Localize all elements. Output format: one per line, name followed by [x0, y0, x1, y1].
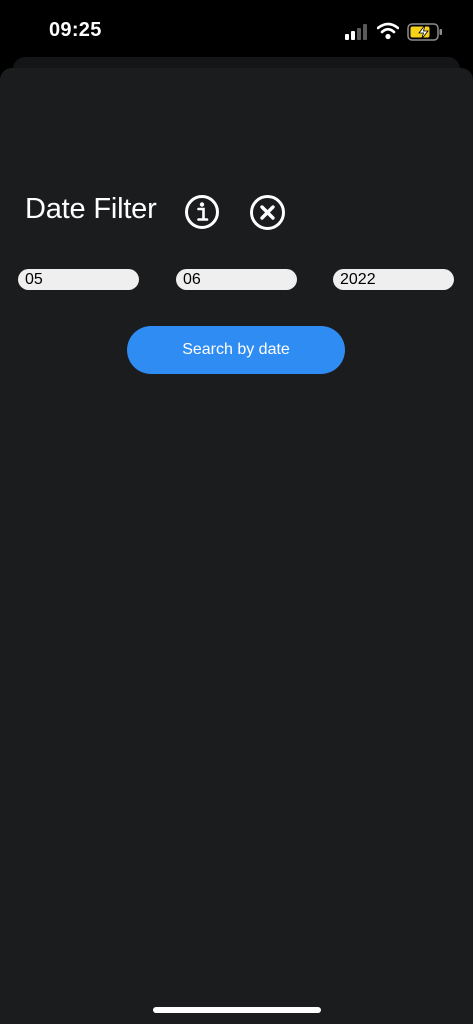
day-field[interactable]	[18, 269, 139, 290]
battery-charging-icon	[407, 23, 442, 41]
page-title: Date Filter	[25, 193, 157, 225]
wifi-icon	[377, 22, 399, 40]
status-bar: 09:25	[0, 0, 473, 58]
close-circle-icon	[250, 195, 285, 230]
close-button[interactable]	[249, 194, 286, 231]
info-circle-icon	[185, 195, 219, 229]
info-button[interactable]	[184, 194, 220, 230]
cellular-signal-icon	[345, 24, 367, 40]
month-field[interactable]	[176, 269, 297, 290]
status-time: 09:25	[49, 19, 102, 41]
search-by-date-button[interactable]: Search by date	[127, 326, 345, 374]
year-field[interactable]	[333, 269, 454, 290]
home-indicator[interactable]	[153, 1007, 321, 1013]
